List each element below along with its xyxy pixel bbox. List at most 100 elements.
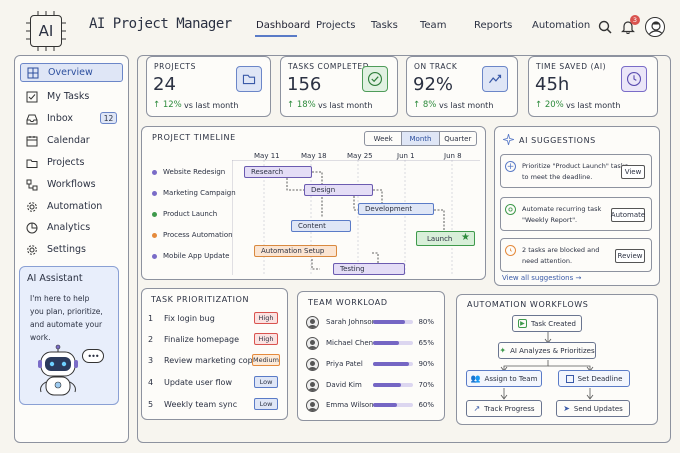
gantt-bar-automation-setup[interactable]: Automation Setup — [254, 245, 337, 257]
workflow-node-set-deadline[interactable]: Set Deadline — [558, 370, 630, 387]
sidebar-item-settings[interactable]: Settings — [20, 240, 123, 259]
view-month-button[interactable]: Month — [402, 132, 440, 145]
avatar[interactable] — [645, 17, 665, 37]
sidebar-item-label: Inbox — [47, 113, 73, 124]
workload-percent: 60% — [418, 401, 434, 409]
date-label: May 11 — [254, 152, 280, 160]
workflow-node-assign-to-team[interactable]: 👥 Assign to Team — [466, 370, 542, 387]
timeline-project-label: Website Redesign — [152, 168, 225, 176]
timeline-project-label: Mobile App Update — [152, 252, 229, 260]
view-all-suggestions-link[interactable]: View all suggestions → — [502, 274, 581, 282]
tab-reports[interactable]: Reports — [474, 20, 512, 31]
tab-projects[interactable]: Projects — [316, 20, 355, 31]
app-title: AI Project Manager — [89, 16, 232, 32]
tab-team[interactable]: Team — [420, 20, 446, 31]
grid-icon — [27, 67, 39, 79]
workflow-node-send-updates[interactable]: ➤ Send Updates — [556, 400, 630, 417]
view-quarter-button[interactable]: Quarter — [440, 132, 476, 145]
workload-bar-fill — [373, 403, 397, 407]
sidebar-item-my-tasks[interactable]: My Tasks — [20, 87, 123, 106]
sidebar-item-calendar[interactable]: Calendar — [20, 131, 123, 150]
priority-badge-high: High — [254, 333, 278, 345]
date-label: May 25 — [347, 152, 373, 160]
team-member-row[interactable]: Michael Chen 65% — [306, 335, 438, 351]
workload-percent: 90% — [418, 360, 434, 368]
gantt-bar-content[interactable]: Content — [291, 220, 351, 232]
workflow-node-ai-analyzes[interactable]: ✦ AI Analyzes & Prioritizes — [498, 342, 596, 359]
stat-value: 156 — [287, 74, 322, 95]
ai-assistant-text-3: and automate your — [30, 320, 103, 329]
task-number: 2 — [148, 334, 154, 344]
review-button[interactable]: Review — [615, 249, 645, 263]
suggestion-text-2: "Weekly Report". — [522, 216, 578, 224]
speech-bubble: ••• — [82, 349, 104, 363]
project-color-dot — [152, 211, 157, 217]
stat-change-suffix: vs last month — [439, 101, 494, 110]
sidebar-item-projects[interactable]: Projects — [20, 153, 123, 172]
stat-change: ↑ 8% — [413, 100, 437, 110]
stat-label: PROJECTS — [154, 62, 196, 71]
team-member-row[interactable]: David Kim 70% — [306, 377, 438, 393]
avatar — [306, 336, 319, 350]
gantt-bar-design[interactable]: Design — [304, 184, 373, 196]
ai-assistant-text-1: I'm here to help — [30, 294, 90, 303]
tab-dashboard[interactable]: Dashboard — [256, 20, 310, 31]
tab-automation[interactable]: Automation — [532, 20, 590, 31]
timeline-project-label: Marketing Campaign — [152, 189, 236, 197]
task-row[interactable]: 1 Fix login bug High — [148, 310, 278, 326]
team-icon: 👥 — [470, 374, 481, 383]
team-member-row[interactable]: Emma Wilson 60% — [306, 397, 438, 413]
sidebar-item-workflows[interactable]: Workflows — [20, 175, 123, 194]
sidebar-item-label: Automation — [47, 201, 103, 212]
workflow-node-label: Track Progress — [484, 404, 535, 413]
priority-badge-medium: Medium — [252, 354, 280, 366]
sidebar-item-overview[interactable]: Overview — [20, 63, 123, 82]
view-toggle: Week Month Quarter — [364, 131, 477, 146]
timeline-title: PROJECT TIMELINE — [152, 133, 236, 142]
star-icon: ★ — [461, 232, 470, 243]
gantt-bar-testing[interactable]: Testing — [333, 263, 405, 275]
sidebar-item-automation[interactable]: Automation — [20, 197, 123, 216]
task-row[interactable]: 3 Review marketing copy Medium — [148, 352, 280, 368]
workload-bar-fill — [373, 362, 409, 366]
task-row[interactable]: 5 Weekly team sync Low — [148, 396, 278, 412]
task-row[interactable]: 4 Update user flow Low — [148, 374, 278, 390]
send-icon: ➤ — [563, 404, 570, 413]
sidebar-item-analytics[interactable]: Analytics — [20, 218, 123, 237]
robot-illustration — [33, 344, 83, 400]
task-name: Finalize homepage — [164, 334, 239, 344]
workflow-node-track-progress[interactable]: ↗ Track Progress — [466, 400, 542, 417]
suggestion-text-2: to meet the deadline. — [522, 173, 593, 181]
sidebar-item-label: My Tasks — [47, 91, 90, 102]
suggestion-text-2: need attention. — [522, 257, 573, 265]
search-icon[interactable] — [598, 20, 612, 34]
sidebar-item-label: Calendar — [47, 135, 90, 146]
view-week-button[interactable]: Week — [365, 132, 403, 145]
sparkle-icon — [503, 134, 514, 145]
priority-badge-low: Low — [254, 376, 278, 388]
view-button[interactable]: View — [621, 165, 645, 179]
project-name: Marketing Campaign — [163, 189, 236, 197]
sidebar-item-label: Overview — [48, 67, 93, 78]
automate-button[interactable]: Automate — [611, 208, 645, 222]
team-workload-title: TEAM WORKLOAD — [308, 298, 388, 307]
sidebar-item-inbox[interactable]: Inbox 12 — [20, 109, 123, 128]
gantt-bar-research[interactable]: Research — [244, 166, 312, 178]
calendar-icon — [26, 135, 38, 147]
project-color-dot — [152, 169, 157, 175]
analytics-icon — [26, 222, 38, 234]
gantt-bar-launch[interactable]: Launch ★ — [416, 231, 475, 246]
member-name: David Kim — [326, 381, 362, 389]
workflow-icon — [26, 179, 38, 191]
task-row[interactable]: 2 Finalize homepage High — [148, 331, 278, 347]
team-member-row[interactable]: Priya Patel 90% — [306, 356, 438, 372]
workload-percent: 65% — [418, 339, 434, 347]
workflow-node-task-created[interactable]: ▶ Task Created — [512, 315, 582, 332]
stat-label: ON TRACK — [414, 62, 458, 71]
member-name: Priya Patel — [326, 360, 363, 368]
team-member-row[interactable]: Sarah Johnson 80% — [306, 314, 438, 330]
plus-circle-icon: + — [505, 161, 516, 172]
tab-tasks[interactable]: Tasks — [371, 20, 398, 31]
gantt-bar-development[interactable]: Development — [358, 203, 434, 215]
project-name: Product Launch — [163, 210, 218, 218]
